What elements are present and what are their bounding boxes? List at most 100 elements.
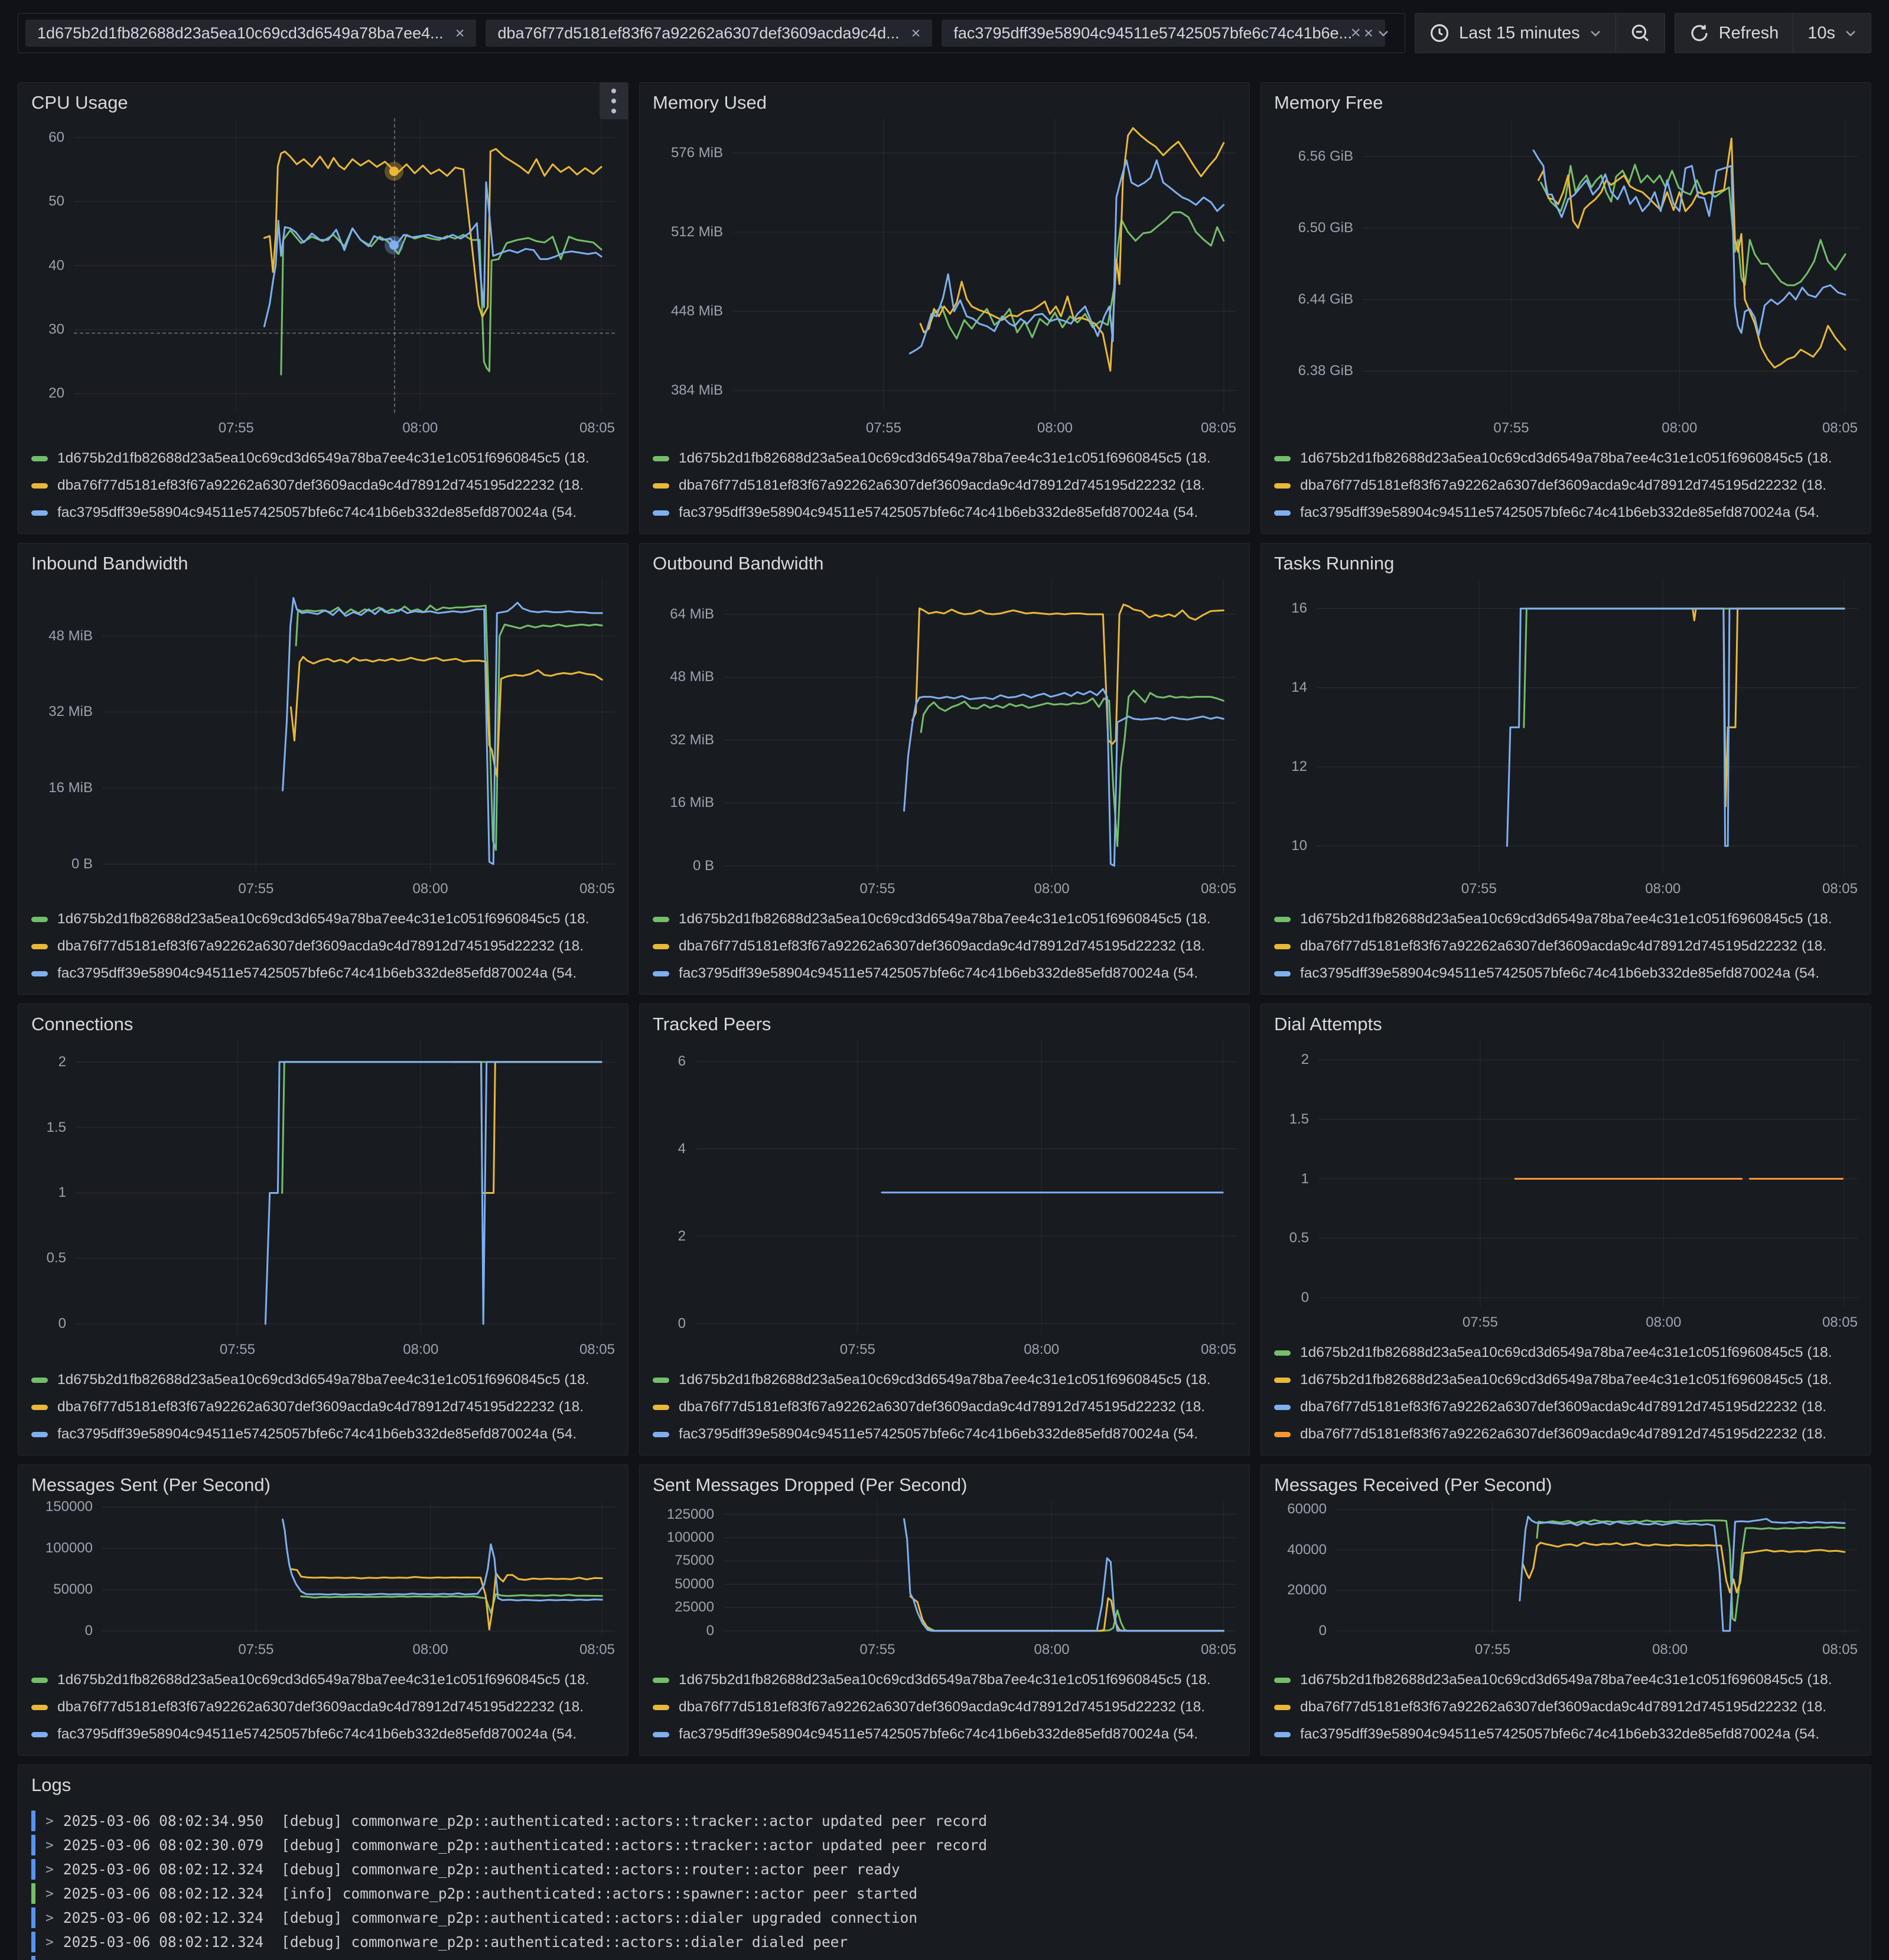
chart-tracked-peers[interactable]: 0 2 4 6 07:55 08:00 08:05: [653, 1040, 1236, 1360]
legend-swatch-yellow: [31, 1704, 48, 1710]
series-line-blue: [910, 160, 1223, 353]
legend-item[interactable]: fac3795dff39e58904c94511e57425057bfe6c74…: [31, 499, 615, 526]
panel-title[interactable]: CPU Usage: [31, 90, 615, 118]
log-text: 2025-03-06 08:02:12.324 [info] commonware_…: [63, 1885, 917, 1902]
panel-title[interactable]: Memory Free: [1274, 90, 1858, 118]
remove-filter-icon[interactable]: ×: [455, 25, 465, 41]
log-row[interactable]: >2025-03-06 08:02:34.950 [debug] commonwar…: [31, 1809, 1858, 1833]
chart-outbound-bandwidth[interactable]: 0 B 16 MiB 32 MiB 48 MiB 64 MiB 07:55 08:00 08:…: [653, 579, 1236, 900]
legend-item[interactable]: 1d675b2d1fb82688d23a5ea10c69cd3d6549a78b…: [31, 906, 615, 933]
legend-item[interactable]: 1d675b2d1fb82688d23a5ea10c69cd3d6549a78b…: [653, 1366, 1236, 1394]
filter-chip[interactable]: fac3795dff39e58904c94511e57425057bfe6c74…: [942, 19, 1385, 47]
legend-item[interactable]: fac3795dff39e58904c94511e57425057bfe6c74…: [653, 499, 1236, 526]
plot-area: [102, 579, 615, 874]
legend-item[interactable]: fac3795dff39e58904c94511e57425057bfe6c74…: [31, 1421, 615, 1448]
legend-item[interactable]: dba76f77d5181ef83f67a92262a6307def3609ac…: [1274, 1694, 1858, 1721]
legend-item[interactable]: fac3795dff39e58904c94511e57425057bfe6c74…: [31, 1721, 615, 1748]
log-timestamp: 2025-03-06 08:02:12.324: [63, 1909, 264, 1926]
log-expand-chevron[interactable]: >: [45, 1862, 54, 1877]
log-row[interactable]: >2025-03-06 08:02:30.079 [debug] commonwar…: [31, 1833, 1858, 1857]
panel-title[interactable]: Connections: [31, 1011, 615, 1040]
log-expand-chevron[interactable]: >: [45, 1910, 54, 1926]
legend-item[interactable]: fac3795dff39e58904c94511e57425057bfe6c74…: [1274, 499, 1858, 526]
legend-item[interactable]: dba76f77d5181ef83f67a92262a6307def3609ac…: [31, 1694, 615, 1721]
legend-item[interactable]: 1d675b2d1fb82688d23a5ea10c69cd3d6549a78b…: [31, 1666, 615, 1694]
chart-memory-used[interactable]: 384 MiB 448 MiB 512 MiB 576 MiB 07:55 08:00 08…: [653, 118, 1236, 439]
panel-title[interactable]: Inbound Bandwidth: [31, 551, 615, 579]
panel-title[interactable]: Memory Used: [653, 90, 1236, 118]
panel-title[interactable]: Sent Messages Dropped (Per Second): [653, 1472, 1236, 1500]
log-row[interactable]: >2025-03-06 08:02:12.324 [debug] commonwar…: [31, 1930, 1858, 1954]
panel-menu-icon[interactable]: [600, 83, 628, 119]
chart-messages-received-per-second[interactable]: 0 20000 40000 60000 07:55 08:00 08:05: [1274, 1500, 1858, 1661]
clear-filters-icon[interactable]: ×: [1350, 23, 1361, 43]
panel-title[interactable]: Tasks Running: [1274, 551, 1858, 579]
filter-chip[interactable]: 1d675b2d1fb82688d23a5ea10c69cd3d6549a78b…: [25, 19, 477, 47]
legend-item[interactable]: 1d675b2d1fb82688d23a5ea10c69cd3d6549a78b…: [1274, 1339, 1858, 1366]
legend-item[interactable]: fac3795dff39e58904c94511e57425057bfe6c74…: [653, 1721, 1236, 1748]
panel-title[interactable]: Logs: [31, 1772, 1858, 1801]
x-tick-label: 08:05: [1200, 420, 1236, 436]
remove-filter-icon[interactable]: ×: [911, 25, 921, 41]
log-expand-chevron[interactable]: >: [45, 1886, 54, 1902]
panel-title[interactable]: Tracked Peers: [653, 1011, 1236, 1040]
legend-item[interactable]: 1d675b2d1fb82688d23a5ea10c69cd3d6549a78b…: [653, 1666, 1236, 1694]
panel-tasks-running: Tasks Running 10 12 14 16 07:55 08:00 08:05 1d67…: [1261, 543, 1871, 995]
chart-cpu-usage[interactable]: 20 30 40 50 60 07:55 08:00 08:05: [31, 118, 615, 439]
legend-item[interactable]: 1d675b2d1fb82688d23a5ea10c69cd3d6549a78b…: [653, 906, 1236, 933]
legend-item[interactable]: dba76f77d5181ef83f67a92262a6307def3609ac…: [1274, 472, 1858, 499]
legend-item[interactable]: dba76f77d5181ef83f67a92262a6307def3609ac…: [31, 933, 615, 960]
log-expand-chevron[interactable]: >: [45, 1838, 54, 1853]
legend-item[interactable]: dba76f77d5181ef83f67a92262a6307def3609ac…: [1274, 1421, 1858, 1448]
legend-item[interactable]: dba76f77d5181ef83f67a92262a6307def3609ac…: [653, 1694, 1236, 1721]
log-row[interactable]: >2025-03-06 08:02:12.324 [debug] commonwar…: [31, 1857, 1858, 1881]
legend-item[interactable]: dba76f77d5181ef83f67a92262a6307def3609ac…: [1274, 933, 1858, 960]
legend-item[interactable]: 1d675b2d1fb82688d23a5ea10c69cd3d6549a78b…: [1274, 445, 1858, 472]
legend-item[interactable]: 1d675b2d1fb82688d23a5ea10c69cd3d6549a78b…: [1274, 906, 1858, 933]
legend-item[interactable]: fac3795dff39e58904c94511e57425057bfe6c74…: [1274, 1721, 1858, 1748]
log-expand-chevron[interactable]: >: [45, 1935, 54, 1950]
refresh-controls: Refresh 10s: [1674, 13, 1871, 53]
legend-item[interactable]: fac3795dff39e58904c94511e57425057bfe6c74…: [653, 960, 1236, 987]
legend-item[interactable]: 1d675b2d1fb82688d23a5ea10c69cd3d6549a78b…: [1274, 1366, 1858, 1394]
legend-item[interactable]: 1d675b2d1fb82688d23a5ea10c69cd3d6549a78b…: [31, 445, 615, 472]
chart-inbound-bandwidth[interactable]: 0 B 16 MiB 32 MiB 48 MiB 07:55 08:00 08:05: [31, 579, 615, 900]
legend-item[interactable]: 1d675b2d1fb82688d23a5ea10c69cd3d6549a78b…: [653, 445, 1236, 472]
legend-item[interactable]: dba76f77d5181ef83f67a92262a6307def3609ac…: [31, 472, 615, 499]
refresh-button[interactable]: Refresh: [1675, 14, 1793, 53]
chevron-down-icon[interactable]: [1377, 29, 1389, 37]
filter-chip[interactable]: dba76f77d5181ef83f67a92262a6307def3609ac…: [486, 19, 933, 47]
chart-messages-sent-per-second[interactable]: 0 50000 100000 150000 07:55 08:00 08:05: [31, 1499, 615, 1661]
panel-title[interactable]: Messages Sent (Per Second): [31, 1472, 615, 1500]
legend-item[interactable]: fac3795dff39e58904c94511e57425057bfe6c74…: [653, 1421, 1236, 1448]
legend-item[interactable]: dba76f77d5181ef83f67a92262a6307def3609ac…: [653, 933, 1236, 960]
zoom-out-button[interactable]: [1615, 14, 1665, 53]
chart-connections[interactable]: 0 0.5 1 1.5 2 07:55 08:00 08:05: [31, 1040, 615, 1360]
legend-item[interactable]: dba76f77d5181ef83f67a92262a6307def3609ac…: [653, 1394, 1236, 1421]
legend-item[interactable]: 1d675b2d1fb82688d23a5ea10c69cd3d6549a78b…: [1274, 1666, 1858, 1694]
panel-title[interactable]: Messages Received (Per Second): [1274, 1472, 1858, 1500]
chart-memory-free[interactable]: 6.38 GiB 6.44 GiB 6.50 GiB 6.56 GiB 07:55 08:…: [1274, 118, 1858, 439]
refresh-interval-dropdown[interactable]: 10s: [1793, 14, 1871, 53]
log-expand-chevron[interactable]: >: [45, 1814, 54, 1829]
chart-tasks-running[interactable]: 10 12 14 16 07:55 08:00 08:05: [1274, 579, 1858, 900]
time-range-picker[interactable]: Last 15 minutes: [1415, 14, 1616, 53]
zoom-out-icon: [1631, 24, 1649, 41]
log-row[interactable]: >2025-03-06 08:02:12.324 [info] commonware…: [31, 1881, 1858, 1906]
log-row[interactable]: >2025-03-06 08:02:12.286[debug]commonwar…: [31, 1954, 1858, 1960]
chart-sent-messages-dropped-per-second[interactable]: 0 25000 50000 75000 100000 125000 07:55 08:00 08…: [653, 1500, 1236, 1661]
legend-item[interactable]: fac3795dff39e58904c94511e57425057bfe6c74…: [31, 960, 615, 987]
chart-dial-attempts[interactable]: 0 0.5 1 1.5 2 07:55 08:00 08:05: [1274, 1040, 1858, 1333]
legend-item[interactable]: dba76f77d5181ef83f67a92262a6307def3609ac…: [1274, 1394, 1858, 1421]
legend-label: 1d675b2d1fb82688d23a5ea10c69cd3d6549a78b…: [679, 1372, 1211, 1388]
legend-item[interactable]: 1d675b2d1fb82688d23a5ea10c69cd3d6549a78b…: [31, 1366, 615, 1394]
log-row[interactable]: >2025-03-06 08:02:12.324 [debug] commonwar…: [31, 1906, 1858, 1930]
legend-item[interactable]: dba76f77d5181ef83f67a92262a6307def3609ac…: [653, 472, 1236, 499]
x-tick-label: 08:05: [1822, 1314, 1858, 1330]
y-tick-label: 2: [58, 1053, 66, 1070]
panel-inbound-bandwidth: Inbound Bandwidth 0 B 16 MiB 32 MiB 48 MiB 07…: [18, 543, 628, 995]
legend-item[interactable]: fac3795dff39e58904c94511e57425057bfe6c74…: [1274, 960, 1858, 987]
panel-title[interactable]: Dial Attempts: [1274, 1011, 1858, 1040]
legend-item[interactable]: dba76f77d5181ef83f67a92262a6307def3609ac…: [31, 1394, 615, 1421]
panel-title[interactable]: Outbound Bandwidth: [653, 551, 1236, 579]
